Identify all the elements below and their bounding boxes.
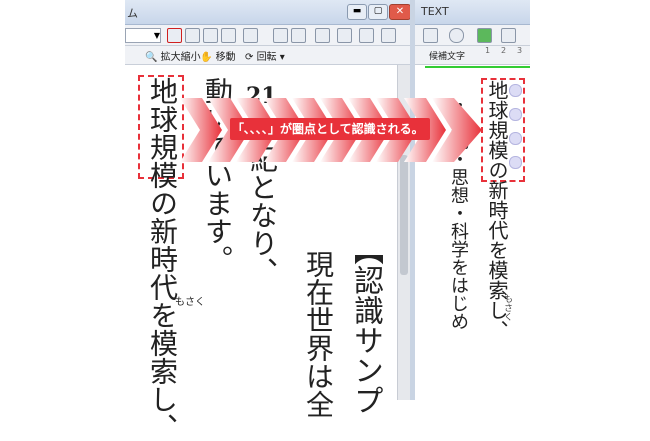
move-button[interactable]: ✋ 移動 [200,48,236,63]
select-tool-icon[interactable] [167,28,182,43]
left-window-title: ム [127,7,138,20]
kenten-mark-3 [509,132,522,145]
dropdown[interactable]: ▼ [125,28,161,43]
kenten-mark-4 [509,156,522,169]
undo-icon[interactable] [273,28,288,43]
green-block-icon[interactable] [477,28,492,43]
col1-ruby: もさく [175,297,205,308]
left-window: ム ▬ ▢ ✕ ▼ 🔍 拡大縮小 ✋ 移動 ⟳ 回転 ▾ 【認識サンプ 現在世界… [125,0,411,441]
zoom-label: 拡大縮小 [160,52,201,63]
grid-icon[interactable] [221,28,236,43]
maximize-button[interactable]: ▢ [368,4,388,20]
left-scroll-thumb[interactable] [400,155,408,275]
ruler-mark-2: 2 [501,46,507,55]
grid2-icon[interactable] [381,28,396,43]
text-format-icon[interactable] [423,28,438,43]
font-icon[interactable] [337,28,352,43]
kenten-mark-2 [509,108,522,121]
right-toolbar [415,25,530,46]
right-ruler: 候補文字 1 2 3 [415,46,530,65]
close-button[interactable]: ✕ [389,4,411,20]
book-icon[interactable] [501,28,516,43]
left-toolbar-2: 🔍 拡大縮小 ✋ 移動 ⟳ 回転 ▾ [125,46,410,65]
search-circle-icon[interactable] [449,28,464,43]
rotate-button[interactable]: ⟳ 回転 ▾ [245,48,285,63]
col1-text: 地球規模の新時代を模索し、 [146,77,179,441]
order-icon[interactable] [243,28,258,43]
right-col1-ruby: もさく [502,294,512,321]
ruler-mark-1: 1 [485,46,491,55]
table-icon[interactable] [359,28,374,43]
frame-icon[interactable] [203,28,218,43]
left-titlebar: ム ▬ ▢ ✕ [125,0,411,25]
candidate-label: 候補文字 [429,52,466,62]
ruler-mark-3: 3 [517,46,523,55]
col4-text: 現在世界は全 [302,250,335,418]
right-window-title: TEXT [421,5,449,18]
minimize-button[interactable]: ▬ [347,4,367,20]
left-toolbar-1: ▼ [125,25,410,46]
callout-text: 「､､､､」が圏点として認識される。 [232,122,424,136]
layout-icon[interactable] [185,28,200,43]
kenten-mark-1 [509,84,522,97]
rotate-label: 回転 [256,52,277,63]
image-icon[interactable] [315,28,330,43]
col5-text: 【認識サンプ [348,235,383,415]
right-window: TEXT 候補文字 1 2 3 ・文化・思想・科学をはじめ 地球規模の新時代を模… [415,0,530,400]
redo-icon[interactable] [291,28,306,43]
move-label: 移動 [215,52,236,63]
zoom-button[interactable]: 🔍 拡大縮小 [145,48,201,63]
right-titlebar: TEXT [415,0,530,25]
col3-text: 紀となり、 [246,145,279,285]
